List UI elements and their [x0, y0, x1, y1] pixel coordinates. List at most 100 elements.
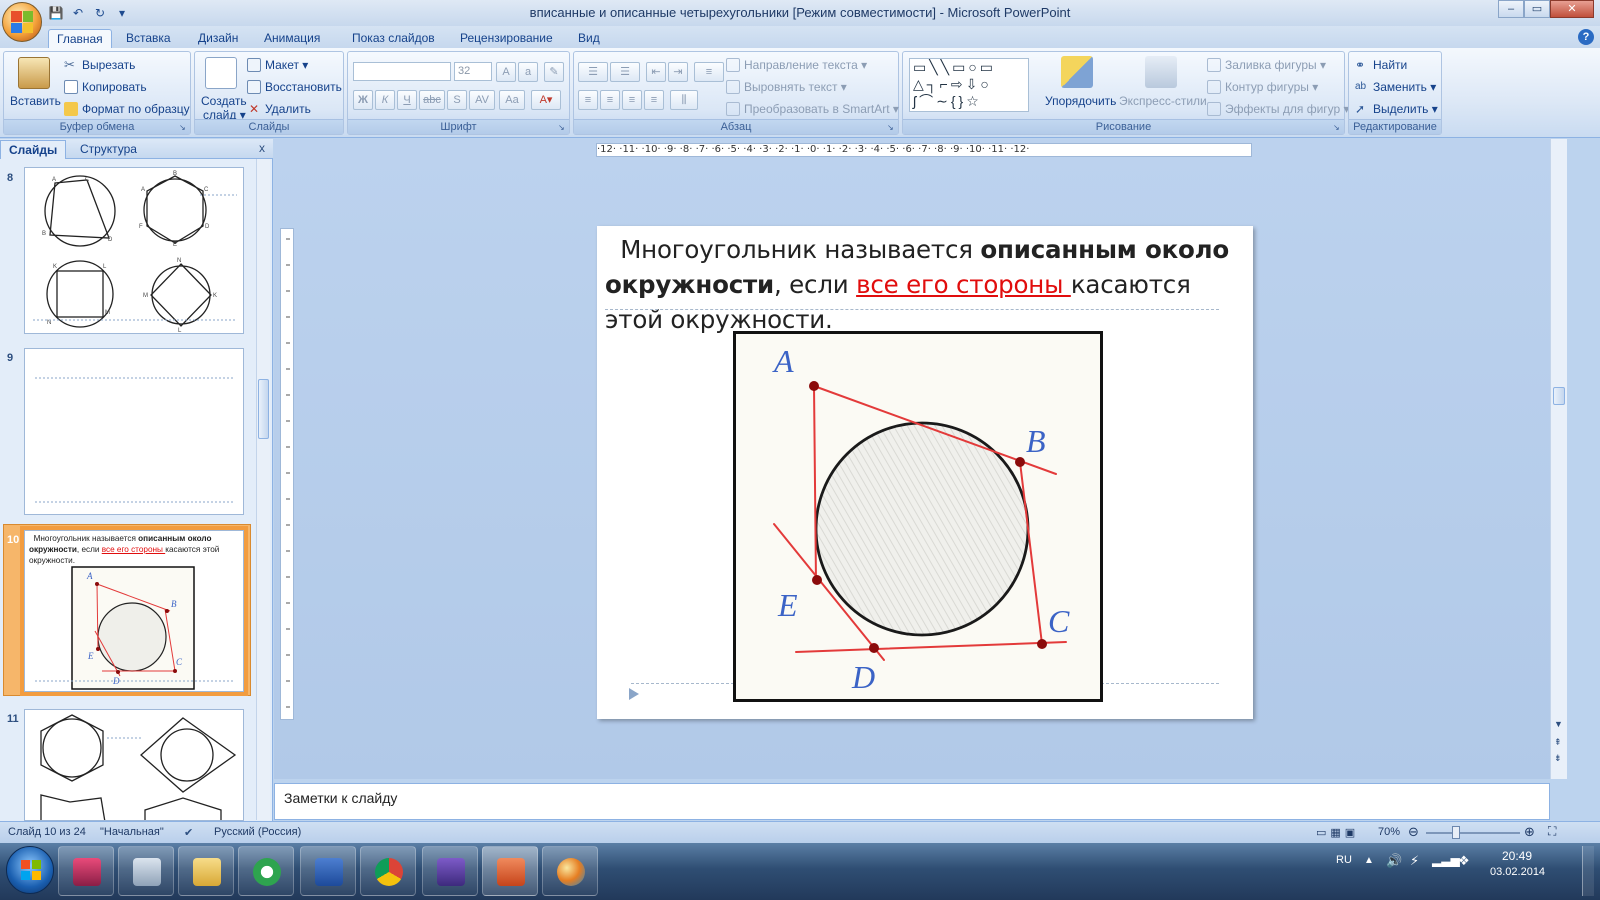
- circumscribed-quadrilateral-figure[interactable]: A B C D E: [733, 331, 1103, 702]
- align-text-button[interactable]: Выровнять текст ▾: [726, 80, 847, 94]
- spellcheck-icon[interactable]: ✔: [184, 826, 193, 839]
- scroll-down-icon[interactable]: ▼: [1554, 719, 1563, 729]
- zoom-in-icon[interactable]: ⊕: [1524, 824, 1535, 840]
- dialog-launcher-icon[interactable]: ↘: [179, 123, 188, 132]
- increase-indent-icon[interactable]: ⇥: [668, 62, 688, 82]
- shadow-icon[interactable]: S: [447, 90, 467, 110]
- dialog-launcher-icon[interactable]: ↘: [1333, 123, 1342, 132]
- shape-effects-button[interactable]: Эффекты для фигур ▾: [1207, 102, 1350, 116]
- theme-name[interactable]: "Начальная": [100, 826, 164, 838]
- line-spacing-icon[interactable]: ≡: [694, 62, 724, 82]
- close-icon[interactable]: x: [259, 141, 265, 155]
- tab-design[interactable]: Дизайн: [190, 29, 246, 48]
- show-desktop-button[interactable]: [1582, 846, 1594, 896]
- shape-outline-button[interactable]: Контур фигуры ▾: [1207, 80, 1318, 94]
- previous-slide-icon[interactable]: ⇞: [1554, 737, 1562, 748]
- clear-format-icon[interactable]: ✎: [544, 62, 564, 82]
- smartart-button[interactable]: Преобразовать в SmartArt ▾: [726, 102, 899, 116]
- show-hidden-icons-icon[interactable]: ▲: [1364, 855, 1374, 866]
- text-direction-button[interactable]: Направление текста ▾: [726, 58, 867, 72]
- numbering-icon[interactable]: ☰: [610, 62, 640, 82]
- panel-scrollbar[interactable]: [256, 159, 270, 820]
- reset-button[interactable]: Восстановить: [247, 80, 342, 94]
- fit-to-window-icon[interactable]: ⛶: [1548, 824, 1556, 839]
- help-icon[interactable]: ?: [1578, 29, 1594, 45]
- taskbar-app-save[interactable]: [58, 846, 114, 896]
- replace-button[interactable]: ab Заменить ▾: [1355, 80, 1436, 94]
- clock-time[interactable]: 20:49: [1502, 849, 1532, 863]
- change-case-icon[interactable]: Aa: [499, 90, 525, 110]
- dialog-launcher-icon[interactable]: ↘: [558, 123, 567, 132]
- slide-title-text[interactable]: Многоугольник называется описанным около…: [605, 232, 1241, 337]
- tab-animation[interactable]: Анимация: [256, 29, 328, 48]
- clock-date[interactable]: 03.02.2014: [1490, 866, 1545, 878]
- taskbar-app-mail[interactable]: [238, 846, 294, 896]
- dialog-launcher-icon[interactable]: ↘: [887, 123, 896, 132]
- char-spacing-icon[interactable]: AV: [469, 90, 495, 110]
- slide-scrollbar[interactable]: ▼ ⇞ ⇟: [1550, 139, 1567, 779]
- network-icon[interactable]: ▂▃▅: [1432, 853, 1460, 867]
- font-name-combo[interactable]: [353, 62, 451, 81]
- taskbar-app-paint[interactable]: [542, 846, 598, 896]
- zoom-slider-thumb[interactable]: [1452, 826, 1460, 839]
- taskbar-app-chrome[interactable]: [360, 846, 416, 896]
- select-button[interactable]: ➚ Выделить ▾: [1355, 102, 1438, 116]
- language-indicator[interactable]: Русский (Россия): [214, 826, 301, 838]
- notes-pane[interactable]: [274, 783, 1550, 820]
- taskbar-app-calculator[interactable]: [118, 846, 174, 896]
- dropbox-icon[interactable]: ❖: [1458, 853, 1470, 869]
- decrease-indent-icon[interactable]: ⇤: [646, 62, 666, 82]
- copy-button[interactable]: Копировать: [64, 80, 147, 94]
- format-painter-button[interactable]: Формат по образцу: [64, 102, 190, 116]
- align-left-icon[interactable]: ≡: [578, 90, 598, 110]
- columns-icon[interactable]: ⫼: [670, 90, 698, 110]
- tab-insert[interactable]: Вставка: [118, 29, 179, 48]
- align-center-icon[interactable]: ≡: [600, 90, 620, 110]
- shape-fill-button[interactable]: Заливка фигуры ▾: [1207, 58, 1326, 72]
- view-buttons[interactable]: ▭▦▣: [1316, 826, 1359, 839]
- thumbnail-slide-11[interactable]: [24, 709, 244, 821]
- maximize-button[interactable]: ▭: [1524, 0, 1550, 18]
- paste-button[interactable]: Вставить: [10, 94, 61, 108]
- strikethrough-icon[interactable]: abc: [419, 90, 445, 110]
- grow-font-icon[interactable]: A: [496, 62, 516, 82]
- scroll-thumb[interactable]: [258, 379, 269, 439]
- new-slide-button[interactable]: Создать: [201, 94, 247, 108]
- taskbar-app-powerpoint[interactable]: [482, 846, 538, 896]
- volume-icon[interactable]: 🔊: [1386, 853, 1402, 869]
- zoom-out-icon[interactable]: ⊖: [1408, 824, 1419, 840]
- scroll-thumb[interactable]: [1553, 387, 1565, 405]
- cut-button[interactable]: ✂ Вырезать: [64, 58, 135, 73]
- underline-icon[interactable]: Ч: [397, 90, 417, 110]
- justify-icon[interactable]: ≡: [644, 90, 664, 110]
- next-slide-icon[interactable]: ⇟: [1554, 753, 1562, 764]
- align-right-icon[interactable]: ≡: [622, 90, 642, 110]
- taskbar-app-word[interactable]: [300, 846, 356, 896]
- tab-outline[interactable]: Структура: [72, 140, 145, 159]
- font-size-combo[interactable]: 32: [454, 62, 492, 81]
- thumbnail-slide-9[interactable]: [24, 348, 244, 515]
- close-button[interactable]: ✕: [1550, 0, 1594, 18]
- keyboard-language[interactable]: RU: [1336, 854, 1352, 866]
- tab-view[interactable]: Вид: [570, 29, 608, 48]
- quick-styles-button[interactable]: Экспресс-стили: [1119, 94, 1207, 108]
- power-icon[interactable]: ⚡: [1410, 853, 1419, 869]
- zoom-level[interactable]: 70%: [1378, 826, 1400, 838]
- arrange-button[interactable]: Упорядочить: [1045, 94, 1116, 108]
- office-button[interactable]: [2, 2, 42, 42]
- font-color-icon[interactable]: A▾: [531, 90, 561, 110]
- tab-slideshow[interactable]: Показ слайдов: [344, 29, 443, 48]
- shapes-gallery[interactable]: ▭╲╲▭○▭ △┐⌐⇨⇩○ ʃ⌒∼{}☆: [909, 58, 1029, 112]
- find-button[interactable]: ⚭ Найти: [1355, 58, 1407, 72]
- thumbnail-slide-10[interactable]: Многоугольник называется описанным около…: [20, 526, 248, 696]
- shrink-font-icon[interactable]: a: [518, 62, 538, 82]
- taskbar-app-editor[interactable]: [422, 846, 478, 896]
- minimize-button[interactable]: –: [1498, 0, 1524, 18]
- taskbar-app-explorer[interactable]: [178, 846, 234, 896]
- tab-slides[interactable]: Слайды: [0, 140, 67, 159]
- italic-icon[interactable]: К: [375, 90, 395, 110]
- thumbnail-slide-8[interactable]: A C B D B C D E F A K L N M N K L M: [24, 167, 244, 334]
- layout-button[interactable]: Макет ▾: [247, 58, 308, 72]
- start-button[interactable]: [6, 846, 54, 894]
- zoom-slider[interactable]: [1426, 832, 1520, 834]
